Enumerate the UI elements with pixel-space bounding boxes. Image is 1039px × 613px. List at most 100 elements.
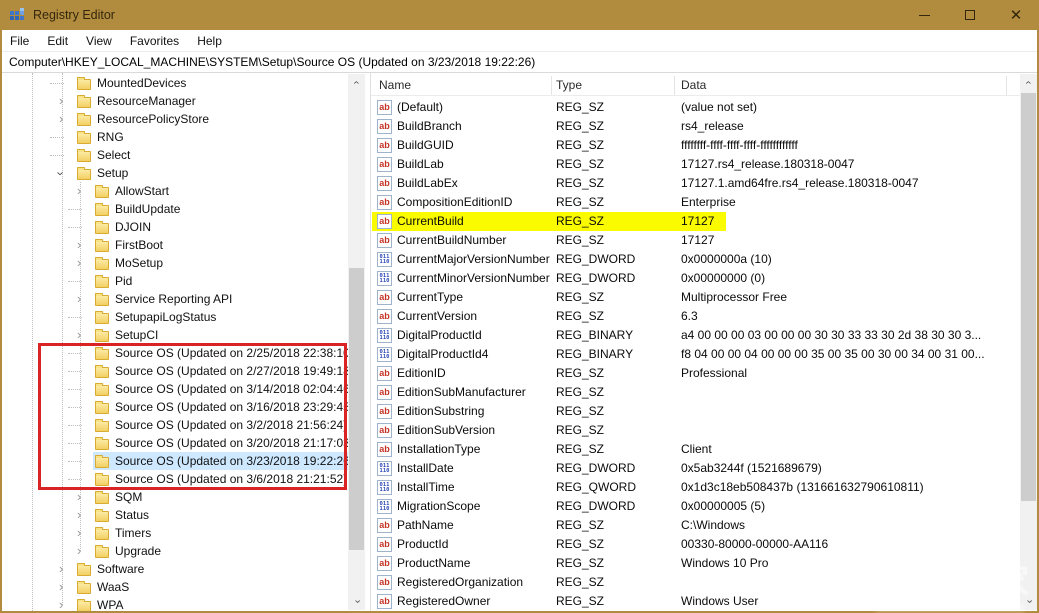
registry-value-row[interactable]: abBuildGUIDREG_SZffffffff-ffff-ffff-ffff… bbox=[371, 136, 1020, 155]
tree-item[interactable]: Source OS (Updated on 3/6/2018 21:21:52) bbox=[2, 470, 348, 488]
tree-node[interactable]: SetupCI bbox=[93, 326, 163, 344]
tree-item[interactable]: Source OS (Updated on 3/2/2018 21:56:24) bbox=[2, 416, 348, 434]
column-separator[interactable] bbox=[1006, 76, 1007, 95]
column-separator[interactable] bbox=[674, 76, 675, 95]
registry-value-row[interactable]: abPathNameREG_SZC:\Windows bbox=[371, 516, 1020, 535]
tree-node[interactable]: Select bbox=[75, 146, 135, 164]
tree-node[interactable]: Timers bbox=[93, 524, 156, 542]
tree-node[interactable]: Source OS (Updated on 3/16/2018 23:29:45… bbox=[93, 398, 359, 416]
chevron-right-icon[interactable]: › bbox=[56, 92, 75, 110]
tree-item[interactable]: ›ResourceManager bbox=[2, 92, 348, 110]
list-scrollbar[interactable]: › › bbox=[1020, 74, 1037, 610]
tree-item[interactable]: DJOIN bbox=[2, 218, 348, 236]
tree-node[interactable]: Source OS (Updated on 3/20/2018 21:17:03… bbox=[93, 434, 359, 452]
registry-value-row[interactable]: 011110DigitalProductIdREG_BINARYa4 00 00… bbox=[371, 326, 1020, 345]
registry-value-row[interactable]: 011110InstallDateREG_DWORD0x5ab3244f (15… bbox=[371, 459, 1020, 478]
registry-value-row[interactable]: abRegisteredOwnerREG_SZWindows User bbox=[371, 592, 1020, 611]
scroll-down-arrow-icon[interactable]: › bbox=[348, 593, 365, 610]
tree-node[interactable]: RNG bbox=[75, 128, 129, 146]
tree-item[interactable]: Source OS (Updated on 2/27/2018 19:49:18… bbox=[2, 362, 348, 380]
registry-value-row[interactable]: abInstallationTypeREG_SZClient bbox=[371, 440, 1020, 459]
chevron-right-icon[interactable]: › bbox=[74, 488, 93, 506]
tree-node[interactable]: Source OS (Updated on 3/6/2018 21:21:52) bbox=[93, 470, 352, 488]
tree-item[interactable]: ›MoSetup bbox=[2, 254, 348, 272]
minimize-button[interactable] bbox=[901, 0, 947, 30]
column-header-type[interactable]: Type bbox=[556, 74, 582, 96]
scroll-down-arrow-icon[interactable]: › bbox=[1020, 593, 1037, 610]
tree-node[interactable]: WaaS bbox=[75, 578, 134, 596]
menu-favorites[interactable]: Favorites bbox=[121, 30, 188, 51]
registry-value-row[interactable]: 011110CurrentMajorVersionNumberREG_DWORD… bbox=[371, 250, 1020, 269]
tree-node[interactable]: ResourcePolicyStore bbox=[75, 110, 214, 128]
registry-value-row[interactable]: abEditionSubstringREG_SZ bbox=[371, 402, 1020, 421]
menu-view[interactable]: View bbox=[77, 30, 121, 51]
tree-node[interactable]: MoSetup bbox=[93, 254, 168, 272]
registry-value-row[interactable]: abBuildLabREG_SZ17127.rs4_release.180318… bbox=[371, 155, 1020, 174]
tree-item[interactable]: RNG bbox=[2, 128, 348, 146]
registry-value-row[interactable]: abEditionIDREG_SZProfessional bbox=[371, 364, 1020, 383]
chevron-right-icon[interactable]: › bbox=[56, 560, 75, 578]
tree-item[interactable]: ›AllowStart bbox=[2, 182, 348, 200]
registry-value-row[interactable]: abEditionSubManufacturerREG_SZ bbox=[371, 383, 1020, 402]
tree-node[interactable]: Source OS (Updated on 2/25/2018 22:38:10… bbox=[93, 344, 359, 362]
list-scrollbar-thumb[interactable] bbox=[1021, 93, 1036, 501]
tree-item[interactable]: BuildUpdate bbox=[2, 200, 348, 218]
registry-value-row[interactable]: abProductIdREG_SZ00330-80000-00000-AA116 bbox=[371, 535, 1020, 554]
tree-item[interactable]: ›Status bbox=[2, 506, 348, 524]
registry-value-row[interactable]: abCurrentVersionREG_SZ6.3 bbox=[371, 307, 1020, 326]
tree-node[interactable]: Source OS (Updated on 3/2/2018 21:56:24) bbox=[93, 416, 352, 434]
tree-scrollbar[interactable]: › › bbox=[348, 74, 365, 610]
tree-item[interactable]: ›SetupCI bbox=[2, 326, 348, 344]
scroll-up-arrow-icon[interactable]: › bbox=[348, 74, 365, 91]
registry-value-row[interactable]: abProductNameREG_SZWindows 10 Pro bbox=[371, 554, 1020, 573]
tree-item[interactable]: Select bbox=[2, 146, 348, 164]
tree-node[interactable]: Setup bbox=[75, 164, 133, 182]
chevron-right-icon[interactable]: › bbox=[74, 326, 93, 344]
chevron-right-icon[interactable]: › bbox=[74, 524, 93, 542]
tree-item[interactable]: ›Timers bbox=[2, 524, 348, 542]
tree-scrollbar-thumb[interactable] bbox=[349, 268, 364, 550]
close-button[interactable]: ✕ bbox=[993, 0, 1039, 30]
tree-item[interactable]: ›Setup bbox=[2, 164, 348, 182]
registry-value-row[interactable]: abRegisteredOrganizationREG_SZ bbox=[371, 573, 1020, 592]
tree-node[interactable]: DJOIN bbox=[93, 218, 156, 236]
tree-item[interactable]: Source OS (Updated on 3/20/2018 21:17:03… bbox=[2, 434, 348, 452]
registry-value-row[interactable]: abEditionSubVersionREG_SZ bbox=[371, 421, 1020, 440]
registry-value-row[interactable]: abCompositionEditionIDREG_SZEnterprise bbox=[371, 193, 1020, 212]
tree-item[interactable]: Source OS (Updated on 3/23/2018 19:22:26… bbox=[2, 452, 348, 470]
chevron-right-icon[interactable]: › bbox=[74, 254, 93, 272]
registry-value-row[interactable]: ab(Default)REG_SZ(value not set) bbox=[371, 98, 1020, 117]
registry-value-row[interactable]: abCurrentBuildREG_SZ17127 bbox=[371, 212, 1020, 231]
registry-value-row[interactable]: abCurrentTypeREG_SZMultiprocessor Free bbox=[371, 288, 1020, 307]
menu-file[interactable]: File bbox=[2, 30, 38, 51]
chevron-right-icon[interactable]: › bbox=[56, 110, 75, 128]
tree-node[interactable]: MountedDevices bbox=[75, 74, 191, 92]
tree-item[interactable]: ›SQM bbox=[2, 488, 348, 506]
column-header-data[interactable]: Data bbox=[681, 74, 706, 96]
tree-node[interactable]: SQM bbox=[93, 488, 147, 506]
chevron-right-icon[interactable]: › bbox=[74, 290, 93, 308]
tree-item[interactable]: Pid bbox=[2, 272, 348, 290]
menu-edit[interactable]: Edit bbox=[38, 30, 77, 51]
tree-item[interactable]: MountedDevices bbox=[2, 74, 348, 92]
registry-value-row[interactable]: 011110MigrationScopeREG_DWORD0x00000005 … bbox=[371, 497, 1020, 516]
menu-help[interactable]: Help bbox=[188, 30, 231, 51]
tree-node[interactable]: FirstBoot bbox=[93, 236, 168, 254]
tree-node[interactable]: Software bbox=[75, 560, 149, 578]
tree-item[interactable]: ›Service Reporting API bbox=[2, 290, 348, 308]
tree-node[interactable]: Status bbox=[93, 506, 154, 524]
column-separator[interactable] bbox=[551, 76, 552, 95]
tree-item[interactable]: ›FirstBoot bbox=[2, 236, 348, 254]
chevron-right-icon[interactable]: › bbox=[74, 236, 93, 254]
tree-item[interactable]: ›ResourcePolicyStore bbox=[2, 110, 348, 128]
tree-node[interactable]: Source OS (Updated on 3/23/2018 19:22:26… bbox=[93, 452, 359, 470]
tree-node[interactable]: Service Reporting API bbox=[93, 290, 237, 308]
registry-value-row[interactable]: abCurrentBuildNumberREG_SZ17127 bbox=[371, 231, 1020, 250]
tree-item[interactable]: ›WaaS bbox=[2, 578, 348, 596]
tree-node[interactable]: SetupapiLogStatus bbox=[93, 308, 221, 326]
tree-node[interactable]: BuildUpdate bbox=[93, 200, 185, 218]
chevron-right-icon[interactable]: › bbox=[56, 596, 75, 611]
tree-item[interactable]: Source OS (Updated on 3/14/2018 02:04:46… bbox=[2, 380, 348, 398]
tree-node[interactable]: Pid bbox=[93, 272, 137, 290]
registry-value-row[interactable]: 011110DigitalProductId4REG_BINARYf8 04 0… bbox=[371, 345, 1020, 364]
